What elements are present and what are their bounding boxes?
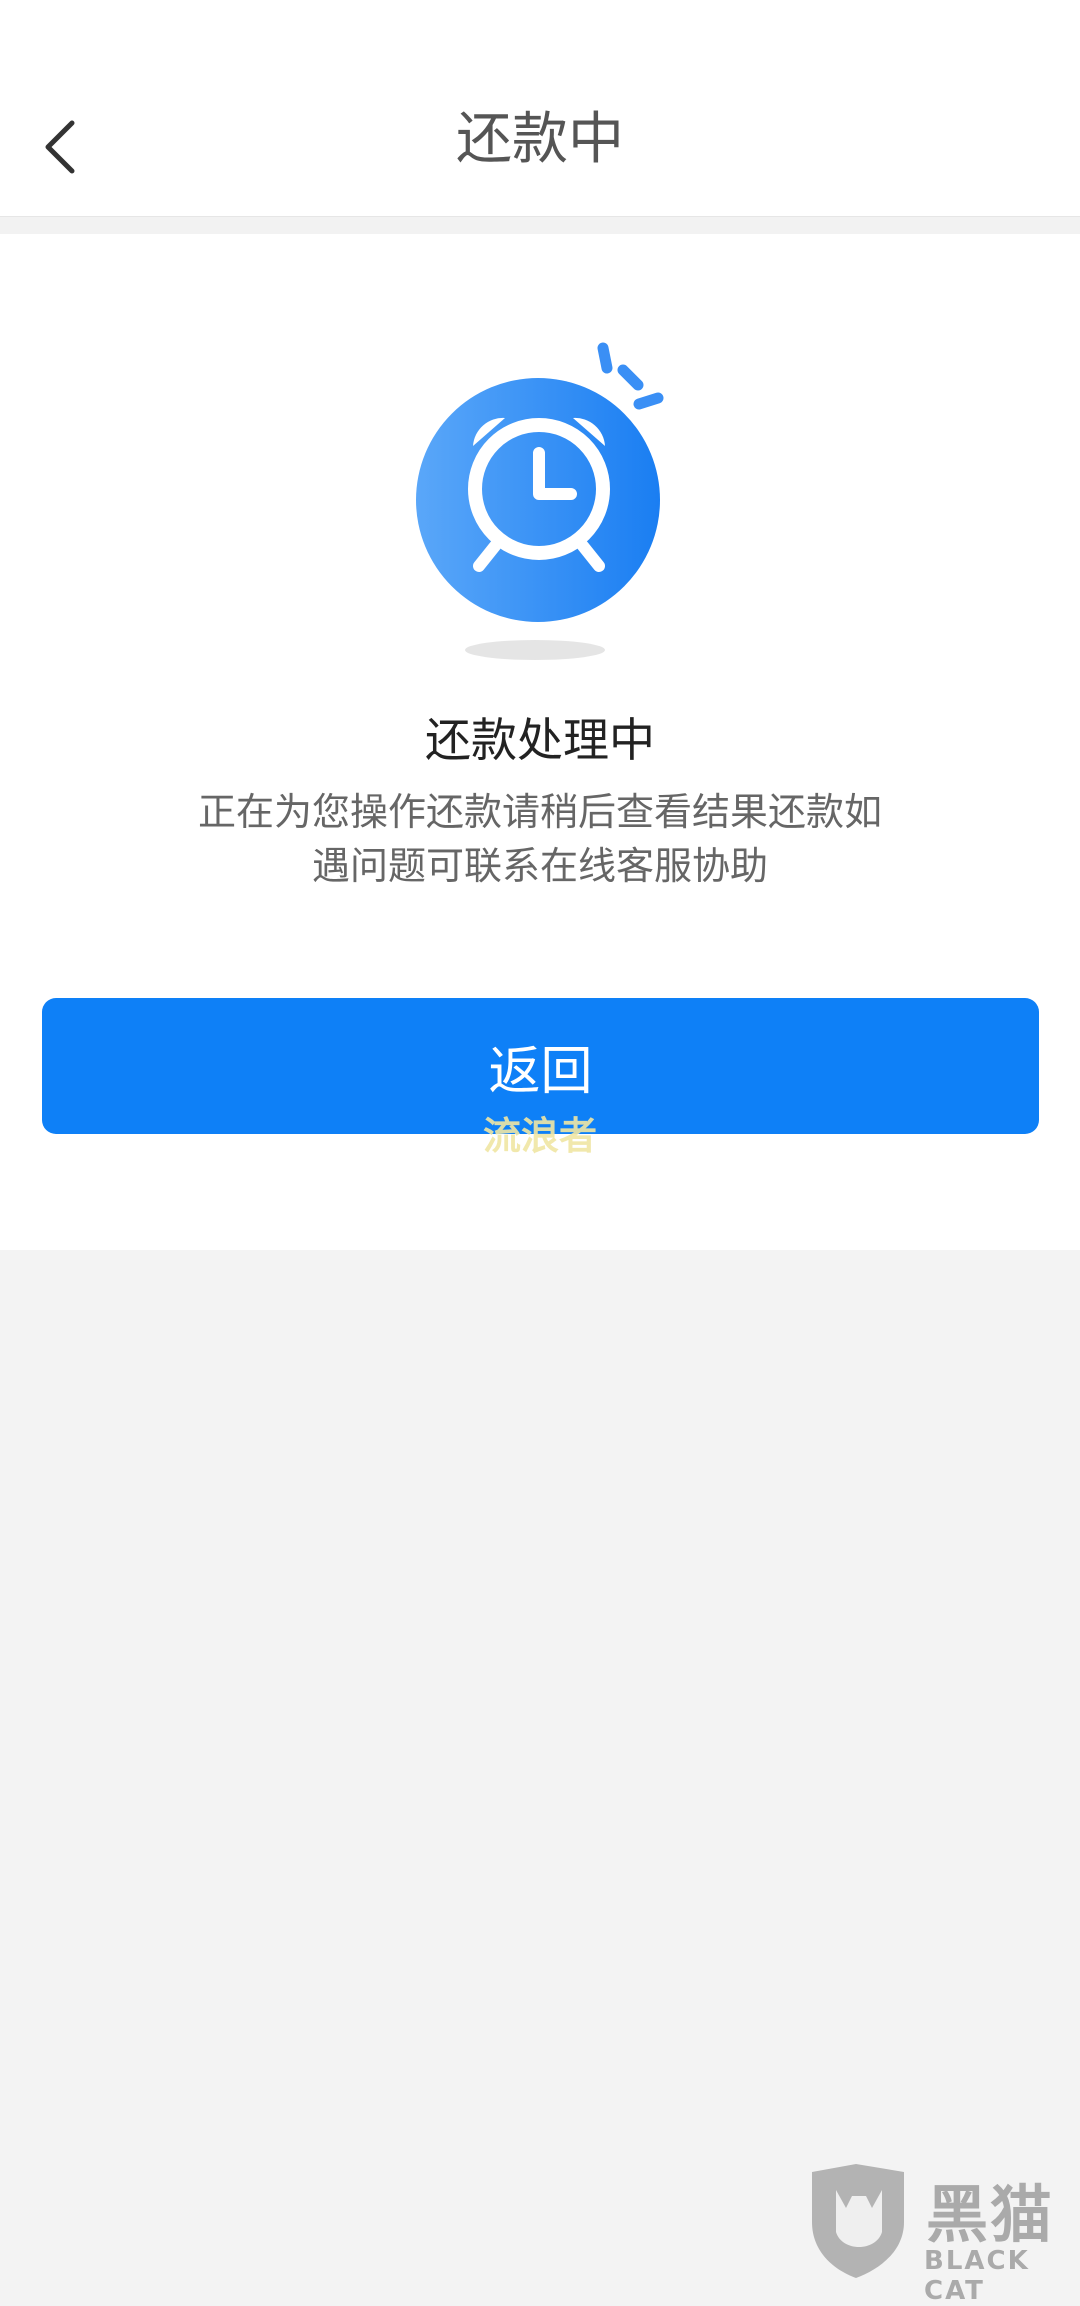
nav-divider (0, 216, 1080, 234)
black-cat-shield-icon (812, 2164, 904, 2278)
return-button-label: 返回 (488, 1041, 593, 1102)
corner-watermark-logo: 黑猫 BLACK CAT (806, 2160, 1080, 2306)
corner-watermark-title: 黑猫 (926, 2178, 1055, 2251)
status-description: 正在为您操作还款请稍后查看结果还款如 遇问题可联系在线客服协助 (170, 785, 910, 893)
status-title: 还款处理中 (425, 713, 655, 767)
alarm-clock-icon (416, 342, 664, 660)
corner-watermark-subtitle: BLACK CAT (924, 2246, 1030, 2306)
status-description-line-1: 正在为您操作还款请稍后查看结果还款如 (197, 790, 882, 834)
page-title: 还款中 (456, 107, 624, 172)
watermark-text: 流浪者 (482, 1114, 597, 1158)
status-description-line-2: 遇问题可联系在线客服协助 (311, 844, 768, 888)
